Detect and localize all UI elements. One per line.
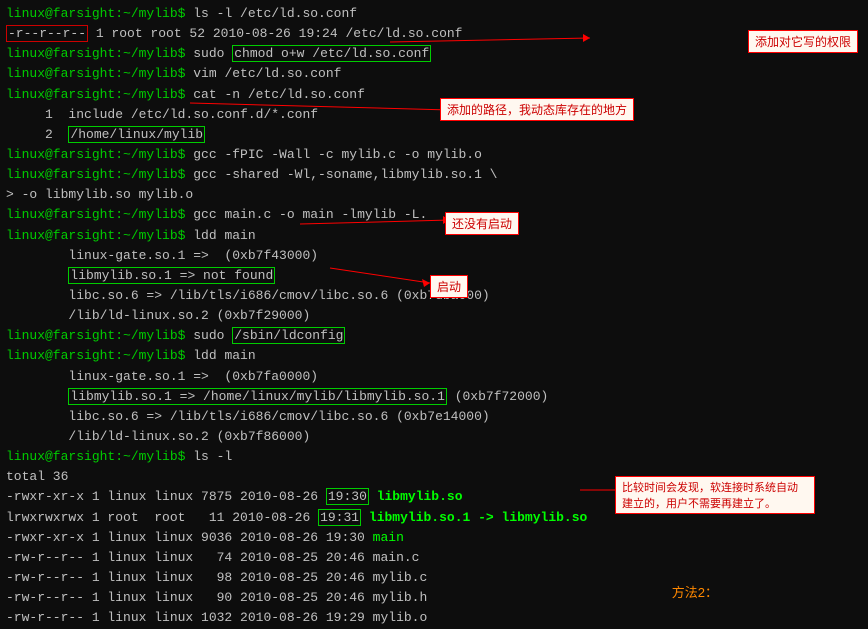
line-7: 2 /home/linux/mylib	[6, 125, 862, 145]
line-30: -rw-r--r-- 1 linux linux 90 2010-08-25 2…	[6, 588, 862, 608]
line-23: linux@farsight:~/mylib$ ls -l	[6, 447, 862, 467]
line-11: linux@farsight:~/mylib$ gcc main.c -o ma…	[6, 205, 862, 225]
line-6: 1 include /etc/ld.so.conf.d/*.conf	[6, 105, 862, 125]
line-31: -rw-r--r-- 1 linux linux 1032 2010-08-26…	[6, 608, 862, 628]
line-16: /lib/ld-linux.so.2 (0xb7f29000)	[6, 306, 862, 326]
line-19: linux-gate.so.1 => (0xb7fa0000)	[6, 367, 862, 387]
line-18: linux@farsight:~/mylib$ ldd main	[6, 346, 862, 366]
line-17: linux@farsight:~/mylib$ sudo /sbin/ldcon…	[6, 326, 862, 346]
line-5: linux@farsight:~/mylib$ cat -n /etc/ld.s…	[6, 85, 862, 105]
line-9: linux@farsight:~/mylib$ gcc -shared -Wl,…	[6, 165, 862, 185]
line-2: -r--r--r-- 1 root root 52 2010-08-26 19:…	[6, 24, 862, 44]
annotation-chmod: 添加对它写的权限	[748, 30, 858, 53]
line-1: linux@farsight:~/mylib$ ls -l /etc/ld.so…	[6, 4, 862, 24]
line-29: -rw-r--r-- 1 linux linux 98 2010-08-25 2…	[6, 568, 862, 588]
line-20: libmylib.so.1 => /home/linux/mylib/libmy…	[6, 387, 862, 407]
line-12: linux@farsight:~/mylib$ ldd main	[6, 226, 862, 246]
annotation-method2: 方法2：	[672, 582, 718, 601]
annotation-not-started: 还没有启动	[445, 212, 519, 235]
annotation-start: 启动	[430, 275, 468, 298]
line-13: linux-gate.so.1 => (0xb7f43000)	[6, 246, 862, 266]
line-8: linux@farsight:~/mylib$ gcc -fPIC -Wall …	[6, 145, 862, 165]
annotation-path: 添加的路径，我动态库存在的地方	[440, 98, 634, 121]
line-27: -rwxr-xr-x 1 linux linux 9036 2010-08-26…	[6, 528, 862, 548]
line-4: linux@farsight:~/mylib$ vim /etc/ld.so.c…	[6, 64, 862, 84]
terminal-window: linux@farsight:~/mylib$ ls -l /etc/ld.so…	[0, 0, 868, 629]
line-28: -rw-r--r-- 1 linux linux 74 2010-08-25 2…	[6, 548, 862, 568]
line-3: linux@farsight:~/mylib$ sudo chmod o+w /…	[6, 44, 862, 64]
line-10: > -o libmylib.so mylib.o	[6, 185, 862, 205]
line-21: libc.so.6 => /lib/tls/i686/cmov/libc.so.…	[6, 407, 862, 427]
line-22: /lib/ld-linux.so.2 (0xb7f86000)	[6, 427, 862, 447]
annotation-auto-link: 比较时间会发现，软连接时系统自动建立的，用户不需要再建立了。	[615, 476, 815, 514]
